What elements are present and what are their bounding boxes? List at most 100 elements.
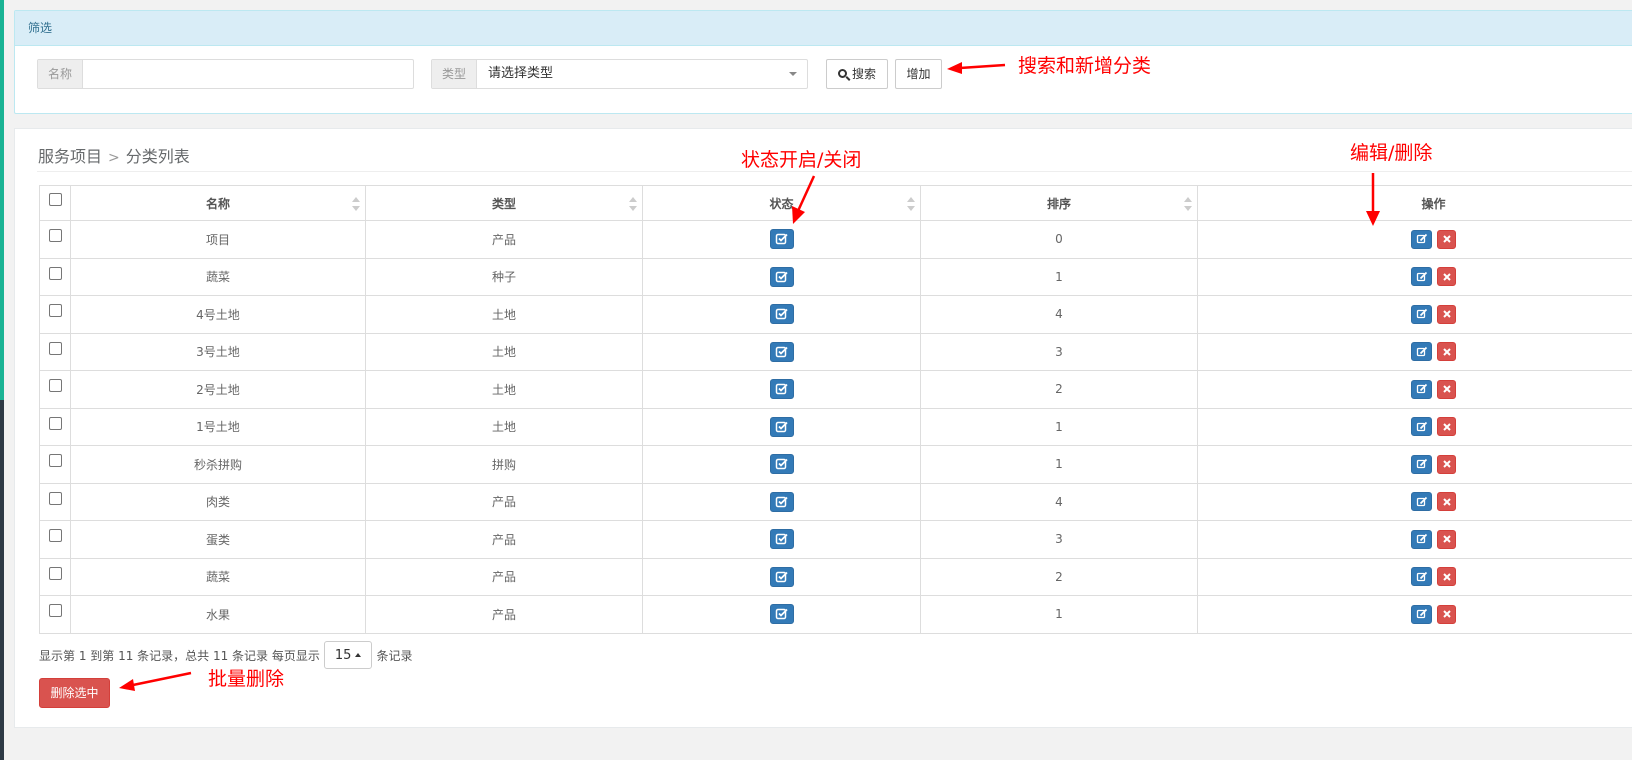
- cell-sort: 1: [920, 257, 1198, 296]
- delete-button[interactable]: [1437, 454, 1456, 474]
- filter-heading: 筛选: [15, 11, 1632, 46]
- status-toggle-button[interactable]: [769, 529, 794, 550]
- cell-status: [642, 370, 921, 409]
- delete-button[interactable]: [1437, 529, 1456, 549]
- column-header-name[interactable]: 名称: [70, 185, 366, 221]
- edit-button[interactable]: [1411, 567, 1432, 587]
- column-label: 排序: [1046, 196, 1071, 211]
- cell-type: 种子: [365, 257, 643, 296]
- cell-type: 产品: [365, 482, 643, 521]
- delete-button[interactable]: [1437, 304, 1456, 324]
- cell-actions: [1197, 445, 1632, 484]
- status-toggle-button[interactable]: [769, 266, 794, 287]
- cell-status: [642, 482, 921, 521]
- status-toggle-button[interactable]: [769, 566, 794, 587]
- row-checkbox[interactable]: [48, 341, 62, 355]
- cell-actions: [1197, 220, 1632, 259]
- row-checkbox[interactable]: [48, 379, 62, 393]
- row-checkbox[interactable]: [48, 604, 62, 618]
- row-select-cell: [39, 257, 71, 296]
- delete-button[interactable]: [1437, 492, 1456, 512]
- edit-button[interactable]: [1411, 379, 1432, 399]
- type-select[interactable]: 请选择类型: [477, 60, 807, 88]
- caret-down-icon: [789, 72, 797, 76]
- delete-button[interactable]: [1437, 267, 1456, 287]
- edit-button[interactable]: [1411, 267, 1432, 287]
- row-checkbox[interactable]: [48, 566, 62, 580]
- cell-sort: 0: [920, 220, 1198, 259]
- breadcrumb-parent[interactable]: 服务项目: [38, 147, 102, 166]
- status-toggle-button[interactable]: [769, 491, 794, 512]
- column-header-status[interactable]: 状态: [642, 185, 921, 221]
- pagination-prefix: 显示第 1 到第 11 条记录，总共 11 条记录 每页显示: [39, 648, 320, 663]
- cell-type: 产品: [365, 595, 643, 634]
- status-toggle-button[interactable]: [769, 379, 794, 400]
- row-select-cell: [39, 332, 71, 371]
- annotation-search-add: 搜索和新增分类: [1018, 55, 1152, 77]
- delete-button[interactable]: [1437, 342, 1456, 362]
- row-checkbox[interactable]: [48, 416, 62, 430]
- edit-button[interactable]: [1411, 529, 1432, 549]
- cell-name: 蔬菜: [70, 557, 366, 596]
- edit-button[interactable]: [1411, 492, 1432, 512]
- status-toggle-button[interactable]: [769, 229, 794, 250]
- cell-name: 2号土地: [70, 370, 366, 409]
- column-label: 操作: [1421, 196, 1446, 211]
- row-select-cell: [39, 220, 71, 259]
- status-toggle-button[interactable]: [769, 604, 794, 625]
- select-all-checkbox[interactable]: [48, 193, 62, 206]
- delete-button[interactable]: [1437, 604, 1456, 624]
- row-checkbox[interactable]: [48, 304, 62, 318]
- cell-actions: [1197, 370, 1632, 409]
- status-toggle-button[interactable]: [769, 416, 794, 437]
- cell-name: 4号土地: [70, 295, 366, 334]
- table-row: 3号土地 土地 3: [39, 332, 1632, 371]
- row-checkbox[interactable]: [48, 529, 62, 543]
- type-label: 类型: [432, 60, 478, 88]
- delete-button[interactable]: [1437, 567, 1456, 587]
- table-row: 项目 产品 0: [39, 220, 1632, 259]
- column-header-sort[interactable]: 排序: [920, 185, 1198, 221]
- cell-status: [642, 595, 921, 634]
- edit-button[interactable]: [1411, 229, 1432, 249]
- delete-button[interactable]: [1437, 417, 1456, 437]
- cell-name: 肉类: [70, 482, 366, 521]
- cell-status: [642, 520, 921, 559]
- table-row: 4号土地 土地 4: [39, 295, 1632, 334]
- status-toggle-button[interactable]: [769, 304, 794, 325]
- sort-icon: [1184, 197, 1192, 211]
- cell-sort: 1: [920, 595, 1198, 634]
- table-row: 水果 产品 1: [39, 595, 1632, 634]
- row-checkbox[interactable]: [48, 454, 62, 468]
- batch-delete-button[interactable]: 删除选中: [39, 678, 110, 708]
- cell-type: 土地: [365, 370, 643, 409]
- table-row: 蛋类 产品 3: [39, 520, 1632, 559]
- row-checkbox[interactable]: [48, 266, 62, 280]
- page-size-dropdown[interactable]: 15: [323, 641, 373, 669]
- edit-button[interactable]: [1411, 417, 1432, 437]
- cell-sort: 2: [920, 370, 1198, 409]
- row-checkbox[interactable]: [48, 491, 62, 505]
- column-header-type[interactable]: 类型: [365, 185, 643, 221]
- status-toggle-button[interactable]: [769, 454, 794, 475]
- table-body: 项目 产品 0 蔬菜 种子 1 4号土地 土地 4 3号土地 土地 3 2号土地 土地 2 1号土地 土地 1 秒杀…: [39, 220, 1632, 634]
- edit-button[interactable]: [1411, 342, 1432, 362]
- edit-button[interactable]: [1411, 454, 1432, 474]
- cell-sort: 3: [920, 520, 1198, 559]
- row-checkbox[interactable]: [48, 229, 62, 243]
- name-filter-input[interactable]: [83, 60, 413, 88]
- cell-name: 项目: [70, 220, 366, 259]
- add-button[interactable]: 增加: [895, 59, 942, 89]
- status-toggle-button[interactable]: [769, 341, 794, 362]
- delete-button[interactable]: [1437, 379, 1456, 399]
- table-row: 2号土地 土地 2: [39, 370, 1632, 409]
- table-row: 秒杀拼购 拼购 1: [39, 445, 1632, 484]
- search-button[interactable]: 搜索: [826, 59, 888, 89]
- annotation-status-toggle: 状态开启/关闭: [741, 149, 862, 171]
- delete-button[interactable]: [1437, 229, 1456, 249]
- row-select-cell: [39, 520, 71, 559]
- list-panel: 服务项目 > 分类列表 名称 类型 状态 排序 操作 项目 产品 0 蔬菜 种子 1 4号土地土…: [14, 128, 1632, 728]
- cell-type: 产品: [365, 557, 643, 596]
- edit-button[interactable]: [1411, 304, 1432, 324]
- edit-button[interactable]: [1411, 604, 1432, 624]
